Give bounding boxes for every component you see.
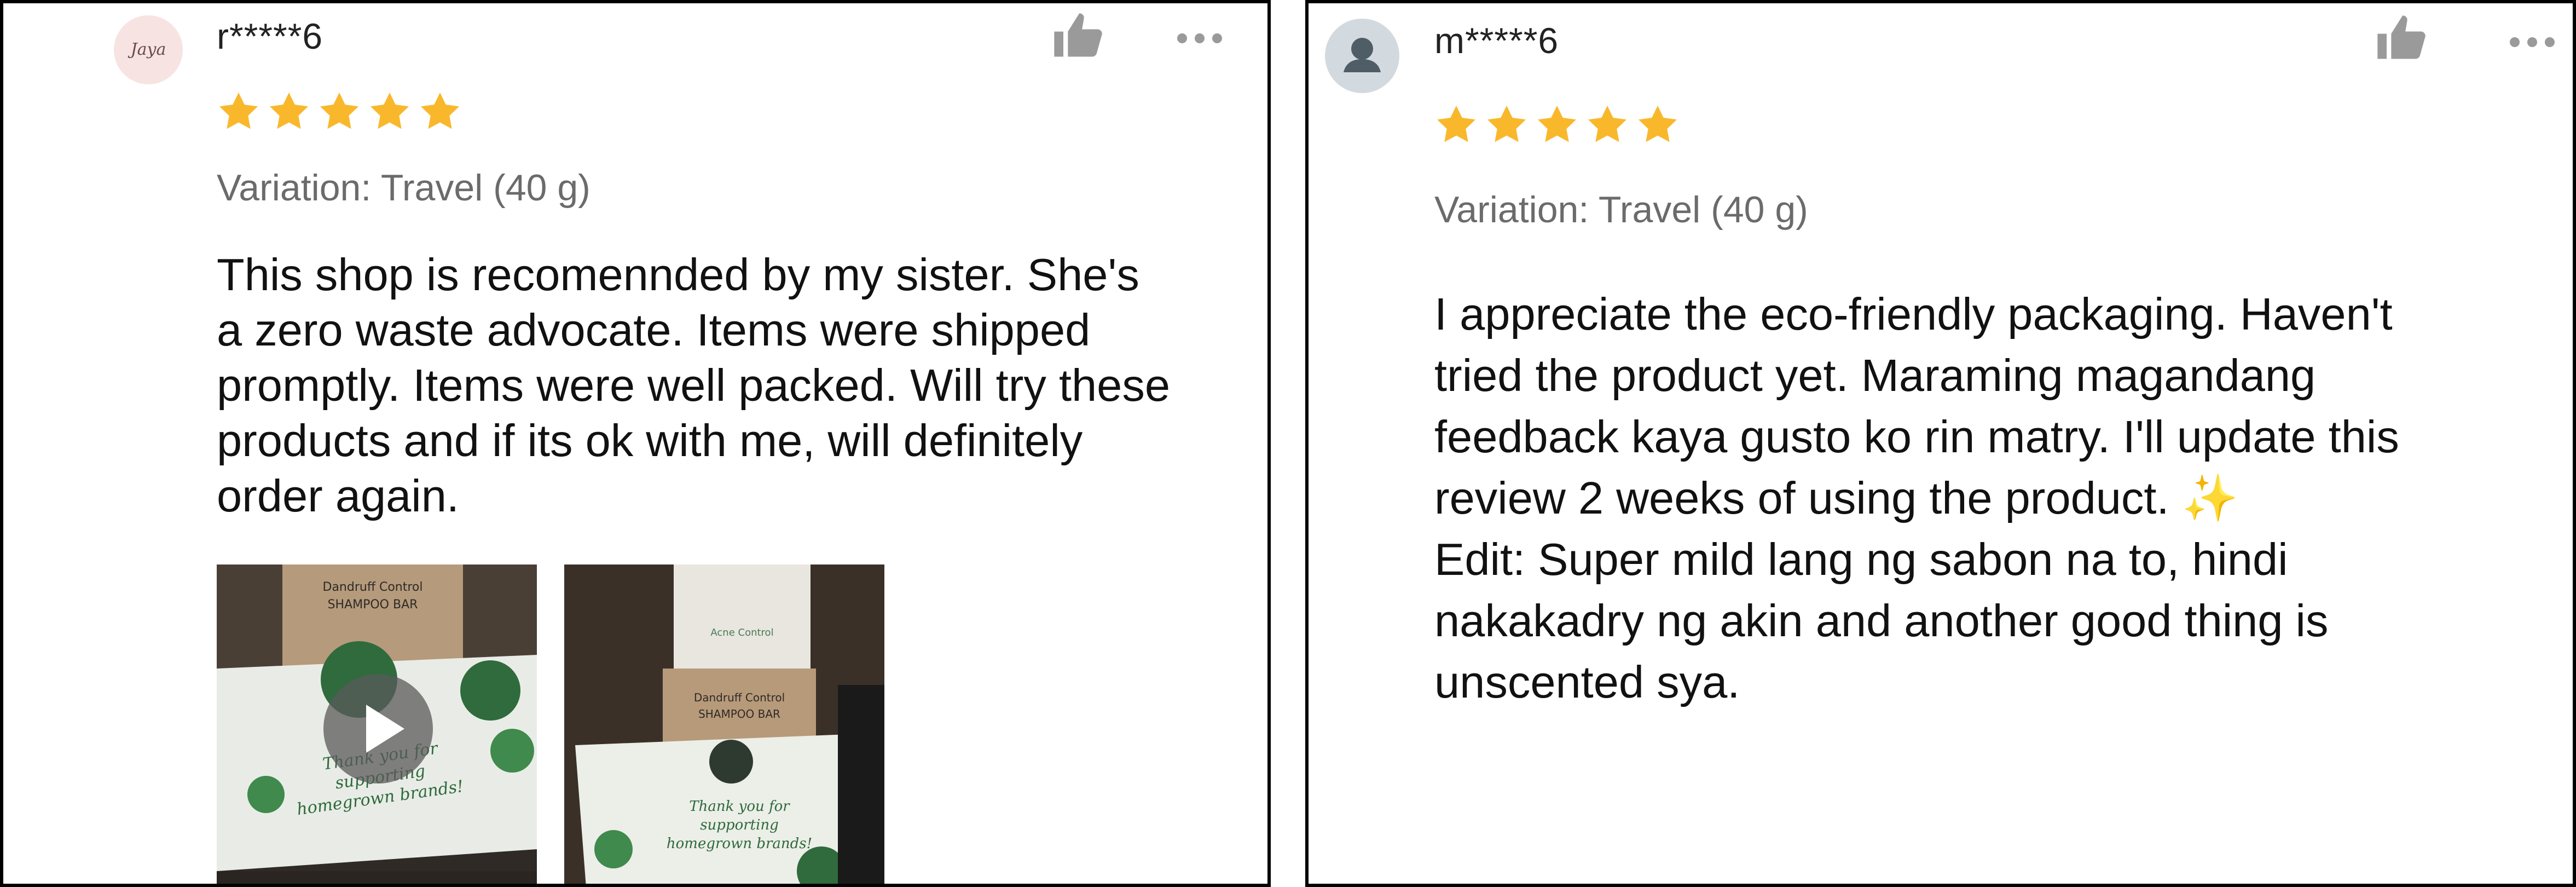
- user-icon: [1325, 19, 1399, 93]
- svg-text:SHAMPOO BAR: SHAMPOO BAR: [328, 598, 418, 612]
- svg-text:supporting: supporting: [700, 817, 779, 833]
- svg-text:homegrown brands!: homegrown brands!: [667, 836, 812, 852]
- svg-text:Acne Control: Acne Control: [710, 627, 773, 638]
- variation-label: Variation: Travel (40 g): [1434, 189, 1808, 231]
- more-options-icon[interactable]: [1177, 33, 1222, 43]
- star-icon: [219, 93, 258, 129]
- review-text: This shop is recomennded by my sister. S…: [217, 249, 1170, 521]
- svg-text:Dandruff Control: Dandruff Control: [323, 580, 423, 594]
- svg-text:SHAMPOO BAR: SHAMPOO BAR: [698, 707, 780, 721]
- avatar[interactable]: Jaya: [114, 15, 183, 84]
- star-icon: [270, 93, 308, 129]
- play-icon[interactable]: [323, 674, 433, 784]
- star-rating: [1434, 103, 1680, 147]
- svg-text:Dandruff Control: Dandruff Control: [694, 691, 785, 704]
- review-image-thumbnail[interactable]: Acne Control Dandruff Control SHAMPOO BA…: [564, 565, 884, 884]
- thumbs-up-icon[interactable]: [2373, 11, 2428, 68]
- star-icon: [1639, 106, 1677, 142]
- avatar[interactable]: [1325, 19, 1399, 93]
- star-rating: [217, 90, 462, 134]
- avatar-logo-text: Jaya: [128, 40, 166, 59]
- star-icon: [371, 93, 409, 129]
- star-icon: [320, 93, 358, 129]
- star-icon: [421, 93, 459, 129]
- svg-text:Thank you for: Thank you for: [689, 798, 790, 815]
- review-edit-paragraph: Edit: Super mild lang ng sabon na to, hi…: [1434, 534, 2329, 707]
- thumbs-up-icon[interactable]: [1050, 9, 1104, 66]
- star-icon: [1437, 106, 1475, 142]
- reviewer-username: r*****6: [217, 16, 323, 56]
- review-paragraph: I appreciate the eco-friendly packaging.…: [1434, 289, 2399, 523]
- sparkles-emoji: ✨: [2181, 473, 2238, 523]
- star-icon: [1487, 106, 1526, 142]
- review-video-thumbnail[interactable]: Dandruff Control SHAMPOO BAR Thank you f…: [217, 565, 537, 884]
- more-options-icon[interactable]: [2510, 37, 2555, 47]
- review-text: I appreciate the eco-friendly packaging.…: [1434, 284, 2567, 713]
- star-icon: [1538, 106, 1576, 142]
- review-card: m*****6 Variation: Travel (40 g) I appre…: [1305, 0, 2576, 887]
- variation-label: Variation: Travel (40 g): [217, 167, 591, 209]
- star-icon: [1588, 106, 1626, 142]
- review-card: Jaya r*****6 Variation: Travel (40 g) Th…: [0, 0, 1271, 887]
- reviewer-username: m*****6: [1434, 20, 1559, 61]
